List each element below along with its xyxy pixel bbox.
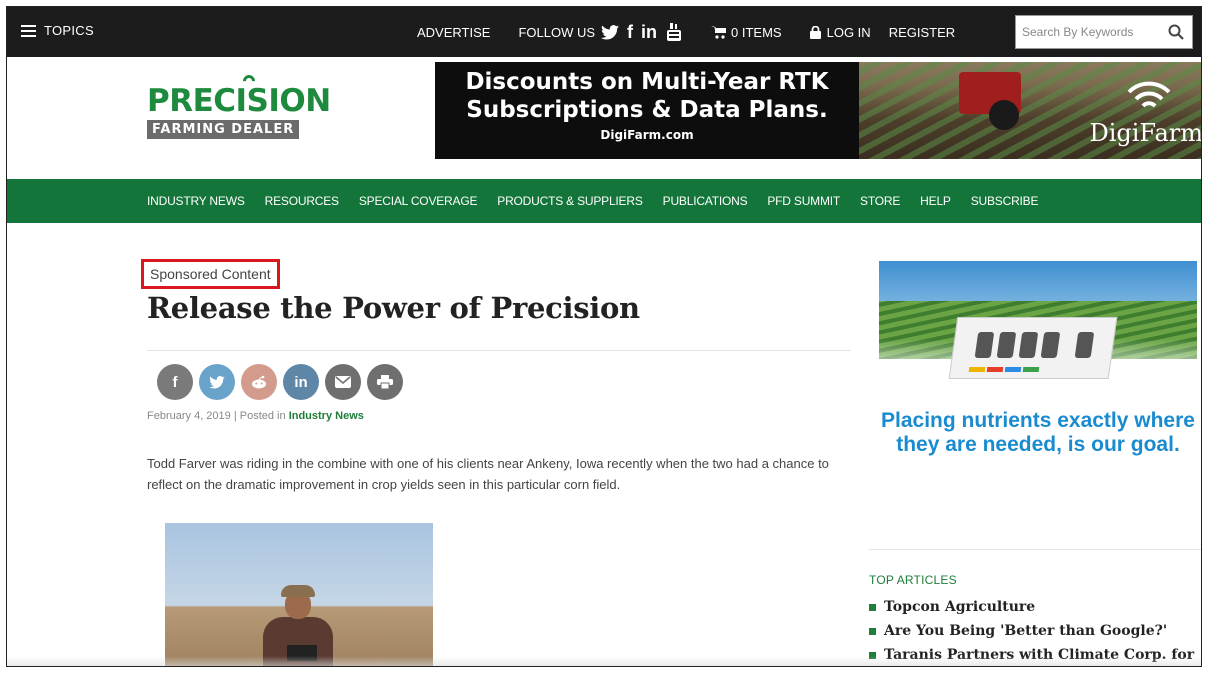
share-buttons: f in	[157, 364, 403, 400]
print-share-button[interactable]	[367, 364, 403, 400]
nav-subscribe[interactable]: SUBSCRIBE	[971, 194, 1039, 208]
login-link[interactable]: LOG IN	[809, 24, 871, 40]
tractor-image	[959, 72, 1021, 130]
article-photo	[165, 523, 433, 666]
nav-special-coverage[interactable]: SPECIAL COVERAGE	[359, 194, 478, 208]
article-title: Release the Power of Precision	[147, 291, 640, 325]
cart-icon	[711, 25, 727, 39]
square-bullet-icon	[869, 627, 876, 635]
article-date: February 4, 2019	[147, 410, 231, 422]
site-logo[interactable]: PRECISION FARMING DEALER	[147, 72, 347, 147]
reddit-icon	[252, 375, 266, 389]
top-article-item[interactable]: Are You Being 'Better than Google?'	[869, 619, 1194, 643]
farmer-figure	[247, 585, 347, 666]
email-icon	[335, 376, 351, 388]
nav-industry-news[interactable]: INDUSTRY NEWS	[147, 194, 245, 208]
posted-in-label: | Posted in	[233, 410, 289, 422]
advertise-link[interactable]: ADVERTISE	[417, 25, 490, 40]
topics-label: TOPICS	[44, 23, 94, 38]
cart-link[interactable]: 0 ITEMS	[711, 25, 782, 40]
follow-us-label: FOLLOW US	[518, 24, 596, 40]
digifarm-banner-ad[interactable]: Discounts on Multi-Year RTK Subscription…	[435, 62, 1202, 159]
article-meta: February 4, 2019 | Posted in Industry Ne…	[147, 410, 364, 422]
facebook-icon[interactable]: f	[627, 22, 633, 43]
linkedin-share-button[interactable]: in	[283, 364, 319, 400]
youtube-icon[interactable]	[665, 22, 683, 42]
register-link[interactable]: REGISTER	[889, 25, 955, 40]
topics-menu-button[interactable]: TOPICS	[21, 23, 94, 38]
logo-subtitle: FARMING DEALER	[147, 120, 300, 139]
nav-store[interactable]: STORE	[860, 194, 900, 208]
nav-products-suppliers[interactable]: PRODUCTS & SUPPLIERS	[497, 194, 643, 208]
banner-headline-1: Discounts on Multi-Year RTK	[465, 69, 829, 95]
sidebar-ad[interactable]: Placing nutrients exactly where they are…	[879, 261, 1197, 527]
logo-wordmark: PRECISION	[147, 83, 331, 119]
top-articles-heading: TOP ARTICLES	[869, 573, 957, 587]
twitter-icon	[209, 375, 225, 389]
linkedin-icon[interactable]: in	[641, 22, 657, 43]
hamburger-icon	[21, 24, 36, 37]
top-article-item[interactable]: Topcon Agriculture	[869, 595, 1194, 619]
banner-tractor-photo: DigiFarm	[859, 62, 1202, 159]
search-box	[1015, 15, 1193, 49]
print-icon	[377, 375, 393, 389]
facebook-icon: f	[172, 373, 178, 391]
browser-page: TOPICS ADVERTISE FOLLOW US f in 0 ITEMS …	[6, 6, 1202, 667]
search-icon[interactable]	[1168, 24, 1184, 40]
facebook-share-button[interactable]: f	[157, 364, 193, 400]
linkedin-icon: in	[294, 373, 308, 391]
sidebar-ad-text: Placing nutrients exactly where they are…	[881, 409, 1195, 456]
digifarm-logo: DigiFarm	[1089, 119, 1202, 147]
banner-url: DigiFarm.com	[600, 128, 694, 142]
twitter-icon[interactable]	[601, 24, 620, 40]
square-bullet-icon	[869, 603, 876, 611]
cart-count-label: 0 ITEMS	[731, 24, 782, 40]
nav-help[interactable]: HELP	[920, 194, 951, 208]
sponsored-content-label: Sponsored Content	[141, 259, 280, 289]
banner-headline-2: Subscriptions & Data Plans.	[466, 97, 828, 123]
search-input[interactable]	[1016, 25, 1156, 39]
email-share-button[interactable]	[325, 364, 361, 400]
lock-icon	[809, 25, 821, 39]
article-body: Todd Farver was riding in the combine wi…	[147, 456, 829, 492]
login-label: LOG IN	[826, 24, 871, 40]
nav-pfd-summit[interactable]: PFD SUMMIT	[767, 194, 840, 208]
title-divider	[147, 350, 851, 351]
follow-us-group: FOLLOW US f in	[518, 22, 683, 43]
sidebar-divider	[869, 549, 1201, 550]
nav-publications[interactable]: PUBLICATIONS	[663, 194, 748, 208]
nav-resources[interactable]: RESOURCES	[265, 194, 339, 208]
reddit-share-button[interactable]	[241, 364, 277, 400]
main-nav: INDUSTRY NEWS RESOURCES SPECIAL COVERAGE…	[7, 179, 1201, 223]
product-module-image	[948, 317, 1118, 379]
article-category-link[interactable]: Industry News	[289, 410, 364, 422]
top-utility-bar: TOPICS ADVERTISE FOLLOW US f in 0 ITEMS …	[7, 7, 1201, 57]
twitter-share-button[interactable]	[199, 364, 235, 400]
wifi-icon	[1127, 81, 1171, 108]
